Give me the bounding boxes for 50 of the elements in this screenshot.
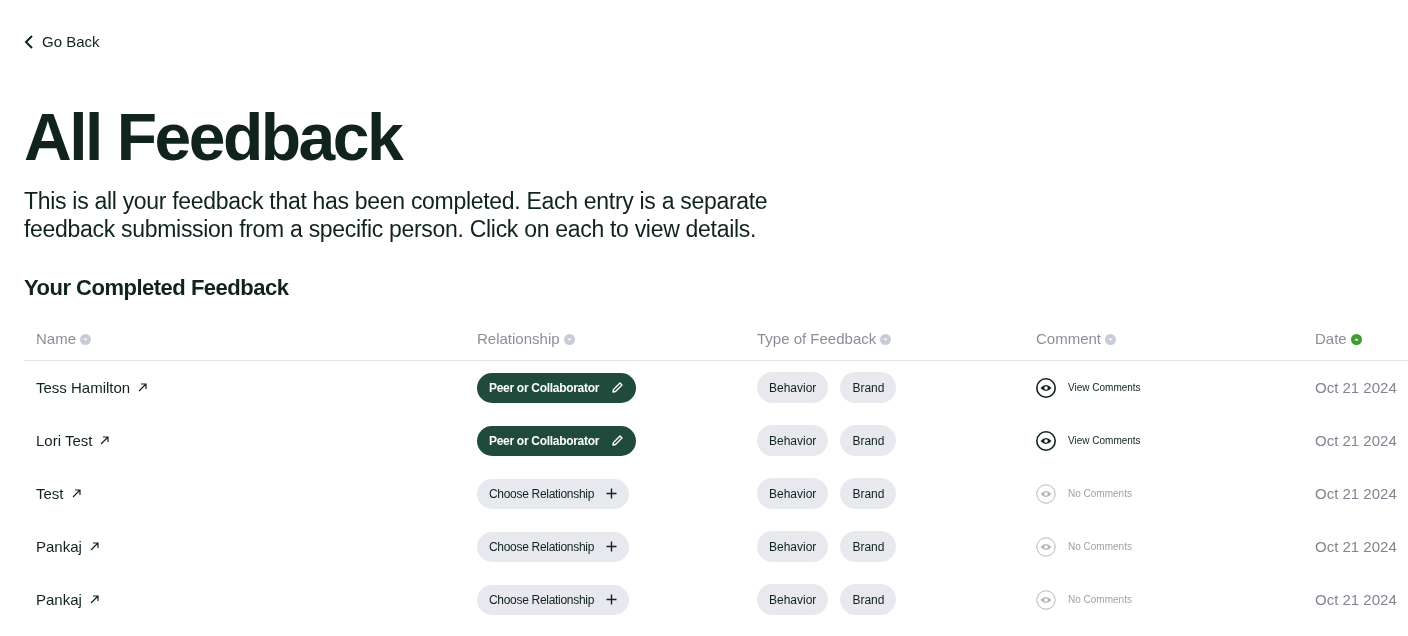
go-back-link[interactable]: Go Back (24, 31, 100, 54)
chevron-left-icon (24, 34, 34, 51)
date-cell-text: Oct 21 2024 (1315, 430, 1398, 451)
feedback-type-tag: Brand (840, 478, 897, 510)
arrow-up-right-icon (89, 595, 99, 605)
relationship-button[interactable]: Peer or Collaborator (477, 372, 637, 403)
plus-icon (606, 594, 618, 606)
name-link[interactable]: Pankaj (36, 535, 82, 558)
page-title: All Feedback (24, 101, 404, 174)
view-comments-link[interactable]: View Comments (1068, 433, 1141, 449)
page-description: This is all your feedback that has been completed. Each entry is a separate feedback submission from a specific person. Click on each to view details. (24, 187, 769, 244)
feedback-type-tag: Brand (840, 531, 897, 563)
relationship-button[interactable]: Choose Relationship (477, 584, 630, 615)
relationship-button[interactable]: Choose Relationship (477, 531, 630, 562)
sort-icon[interactable] (880, 333, 892, 345)
feedback-type-tag: Behavior (757, 478, 829, 510)
feedback-type-tag: Behavior (757, 584, 829, 616)
name-link[interactable]: Lori Test (36, 429, 93, 452)
pencil-icon (611, 381, 625, 395)
sort-icon[interactable] (80, 333, 91, 345)
plus-icon (606, 488, 618, 500)
arrow-up-right-icon (100, 436, 110, 446)
comment-status: No Comments (1068, 593, 1132, 608)
date-cell-text: Oct 21 2024 (1315, 589, 1398, 610)
arrow-up-right-icon (138, 383, 148, 393)
date-cell-text: Oct 21 2024 (1315, 377, 1398, 398)
relationship-button[interactable]: Choose Relationship (477, 478, 630, 509)
relationship-button[interactable]: Peer or Collaborator (477, 425, 637, 456)
feedback-type-tag: Behavior (757, 531, 829, 563)
name-link[interactable]: Pankaj (36, 588, 82, 611)
plus-icon (606, 541, 618, 553)
sort-icon[interactable] (563, 333, 575, 345)
sort-icon[interactable] (1350, 333, 1362, 345)
arrow-up-right-icon (89, 542, 99, 552)
sort-icon[interactable] (1105, 333, 1117, 345)
section-title: Your Completed Feedback (24, 274, 290, 303)
feedback-type-tag: Brand (840, 425, 897, 457)
pencil-icon (611, 434, 625, 448)
view-comments-link[interactable]: View Comments (1068, 380, 1141, 396)
name-link[interactable]: Tess Hamilton (36, 376, 131, 399)
arrow-up-right-icon (71, 489, 81, 499)
feedback-type-tag: Behavior (757, 372, 829, 404)
comment-status: No Comments (1068, 487, 1132, 502)
feedback-type-tag: Brand (840, 372, 897, 404)
date-cell-text: Oct 21 2024 (1315, 536, 1398, 557)
name-link[interactable]: Test (36, 482, 64, 505)
feedback-type-tag: Behavior (757, 425, 829, 457)
comment-status: No Comments (1068, 540, 1132, 555)
date-cell-text: Oct 21 2024 (1315, 483, 1398, 504)
feedback-type-tag: Brand (840, 584, 897, 616)
